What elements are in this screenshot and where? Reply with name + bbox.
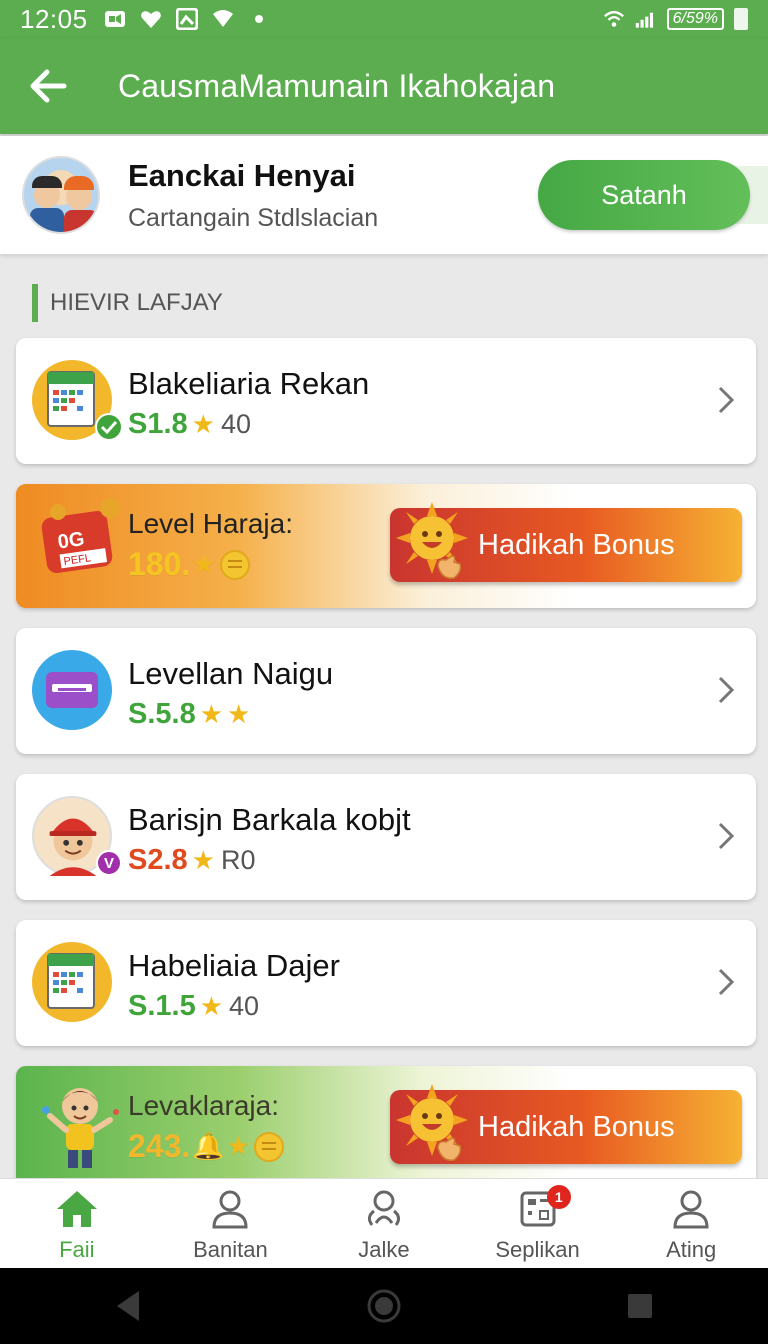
- star-icon: ★: [199, 699, 224, 729]
- profile-subtitle: Cartangain Stdlslacian: [128, 203, 379, 232]
- video-icon: [104, 11, 125, 27]
- section-title: HIEVIR LAFJAY: [32, 284, 223, 322]
- notification-badge: 1: [546, 1185, 571, 1209]
- banner-value: 180.: [128, 546, 191, 582]
- bonus-button-label: Hadikah Bonus: [478, 528, 675, 561]
- bottom-navigation: Faii Banitan Jalke 1 Seplikan Ating: [0, 1178, 768, 1268]
- chevron-right-icon: [718, 386, 735, 414]
- profile-card: Eanckai Henyai Cartangain Stdlslacian Sa…: [0, 136, 768, 254]
- boy-character-icon: [42, 1088, 119, 1168]
- nav-item-ating[interactable]: Ating: [614, 1179, 768, 1268]
- item-count: R0: [220, 845, 256, 875]
- item-price: S1.8: [128, 408, 188, 440]
- nav-item-seplikan[interactable]: 1 Seplikan: [461, 1179, 615, 1268]
- battery-icon: [734, 8, 748, 30]
- list-item[interactable]: Habeliaia Dajer S.1.5 ★ 40: [16, 920, 756, 1046]
- photo-icon: [175, 8, 198, 30]
- system-recents-button[interactable]: [618, 1284, 662, 1328]
- banner-value: 243.: [128, 1128, 191, 1164]
- bonus-banner[interactable]: Levaklaraja: 243. 🔔 ★ Hadikah Bonus: [16, 1066, 756, 1190]
- battery-percent: 6/59%: [666, 8, 724, 30]
- chevron-right-icon: [718, 822, 735, 850]
- wifi-small-icon: [212, 10, 233, 27]
- nav-item-banitan[interactable]: Banitan: [154, 1179, 308, 1268]
- list-item[interactable]: Blakeliaria Rekan S1.8 ★ 40: [16, 338, 756, 464]
- home-icon: [56, 1191, 97, 1227]
- profile-name: Eanckai Henyai: [128, 157, 356, 193]
- item-count: 40: [229, 991, 260, 1021]
- circle-home-icon: [367, 1289, 401, 1323]
- calendar-sheet-icon: [32, 942, 112, 1022]
- banner-label: Level Haraja:: [128, 508, 293, 539]
- star-icon: ★: [191, 409, 215, 439]
- item-title: Habeliaia Dajer: [128, 948, 340, 983]
- claim-bonus-button[interactable]: Hadikah Bonus: [390, 1084, 742, 1164]
- dot-icon: [254, 15, 263, 23]
- pointing-hand-icon: [437, 1137, 462, 1161]
- pointing-hand-icon: [437, 555, 462, 579]
- coin-icon: [253, 1131, 284, 1162]
- status-bar: 12:05 6/59%: [0, 0, 768, 38]
- star-icon: ★: [226, 1131, 250, 1161]
- banner-label: Levaklaraja:: [128, 1090, 279, 1121]
- level-ticket-icon: 0G PEFL: [41, 498, 120, 574]
- back-button[interactable]: [18, 56, 78, 116]
- list-item[interactable]: V Barisjn Barkala kobjt S2.8 ★ R0: [16, 774, 756, 900]
- status-notification-icons: [104, 8, 270, 30]
- people-icon: [367, 1190, 401, 1226]
- list-item[interactable]: Levellan Naigu S.5.8 ★ ★: [16, 628, 756, 754]
- page-title: CausmaMamunain Ikahokajan: [118, 67, 556, 104]
- nav-item-home[interactable]: Faii: [0, 1179, 154, 1268]
- nav-item-jalke[interactable]: Jalke: [307, 1179, 461, 1268]
- item-title: Blakeliaria Rekan: [128, 366, 370, 401]
- chevron-right-icon: [718, 968, 735, 996]
- avatar[interactable]: [22, 156, 100, 234]
- signal-icon: [635, 12, 653, 28]
- wifi-icon: [603, 10, 624, 27]
- heart-icon: [140, 11, 161, 28]
- star-icon: ★: [192, 549, 216, 579]
- item-price: S.5.8: [128, 698, 196, 730]
- star-icon: ★: [191, 845, 215, 875]
- nav-label: Faii: [59, 1237, 95, 1262]
- system-back-button[interactable]: [106, 1284, 150, 1328]
- arrow-left-icon: [30, 69, 67, 103]
- svg-text:0G: 0G: [56, 528, 85, 554]
- bonus-banner[interactable]: 0G PEFL Level Haraja: 180. ★ Hadikah Bon…: [16, 484, 756, 608]
- system-navigation-bar: [0, 1268, 768, 1344]
- nav-label: Seplikan: [495, 1237, 580, 1262]
- system-home-button[interactable]: [362, 1284, 406, 1328]
- item-title: Barisjn Barkala kobjt: [128, 802, 411, 837]
- coin-icon: [219, 549, 250, 580]
- account-icon: [673, 1190, 709, 1229]
- ticket-icon: [32, 650, 112, 730]
- item-count: 40: [220, 409, 252, 439]
- nav-label: Banitan: [193, 1237, 268, 1262]
- status-time: 12:05: [20, 3, 88, 34]
- triangle-back-icon: [117, 1291, 139, 1321]
- nav-label: Jalke: [358, 1237, 410, 1262]
- star-icon: ★: [199, 991, 224, 1021]
- status-system-icons: 6/59%: [603, 8, 748, 30]
- chevron-right-icon: [718, 676, 735, 704]
- star-icon: ★: [227, 699, 251, 729]
- claim-bonus-button[interactable]: Hadikah Bonus: [390, 502, 742, 582]
- profile-action-button[interactable]: Satanh: [538, 160, 750, 230]
- bonus-button-label: Hadikah Bonus: [478, 1110, 675, 1143]
- item-price: S2.8: [128, 844, 188, 876]
- status-badge: V: [96, 850, 122, 876]
- bell-icon: 🔔: [192, 1131, 225, 1161]
- nav-label: Ating: [666, 1237, 717, 1262]
- app-bar: CausmaMamunain Ikahokajan: [0, 38, 768, 134]
- square-recents-icon: [628, 1294, 652, 1318]
- item-price: S.1.5: [128, 990, 196, 1022]
- check-badge-icon: [95, 413, 123, 441]
- item-title: Levellan Naigu: [128, 656, 334, 691]
- person-icon: [212, 1190, 248, 1229]
